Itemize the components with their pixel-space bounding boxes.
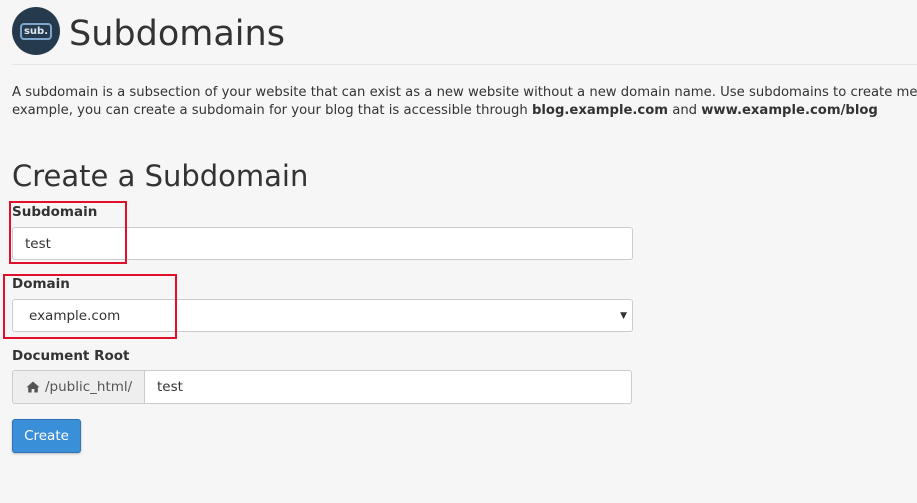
description-line-2-prefix: example, you can create a subdomain for … <box>12 103 532 118</box>
section-title: Create a Subdomain <box>12 159 309 193</box>
description-line-2-mid: and <box>668 103 702 118</box>
page-title: Subdomains <box>69 14 285 54</box>
description-line-1: A subdomain is a subsection of your webs… <box>12 85 917 100</box>
document-root-label: Document Root <box>12 348 130 364</box>
logo-text: sub. <box>20 22 52 40</box>
document-root-prefix-text: /public_html/ <box>45 379 133 395</box>
example-path-text: www.example.com/blog <box>701 103 878 118</box>
example-subdomain-text: blog.example.com <box>531 103 669 118</box>
subdomains-logo: sub. <box>12 7 60 55</box>
document-root-group: /public_html/ test <box>12 370 632 404</box>
document-root-input-value: test <box>157 379 183 395</box>
header-divider <box>12 64 917 65</box>
create-button[interactable]: Create <box>12 419 81 453</box>
subdomain-highlight-box <box>9 201 127 264</box>
document-root-input[interactable]: test <box>144 370 632 404</box>
description-line-2: example, you can create a subdomain for … <box>12 102 917 120</box>
document-root-prefix: /public_html/ <box>12 370 144 404</box>
home-icon <box>26 381 40 393</box>
domain-highlight-box <box>3 274 177 339</box>
page-description: A subdomain is a subsection of your webs… <box>12 84 917 120</box>
chevron-down-icon: ▼ <box>620 310 627 321</box>
